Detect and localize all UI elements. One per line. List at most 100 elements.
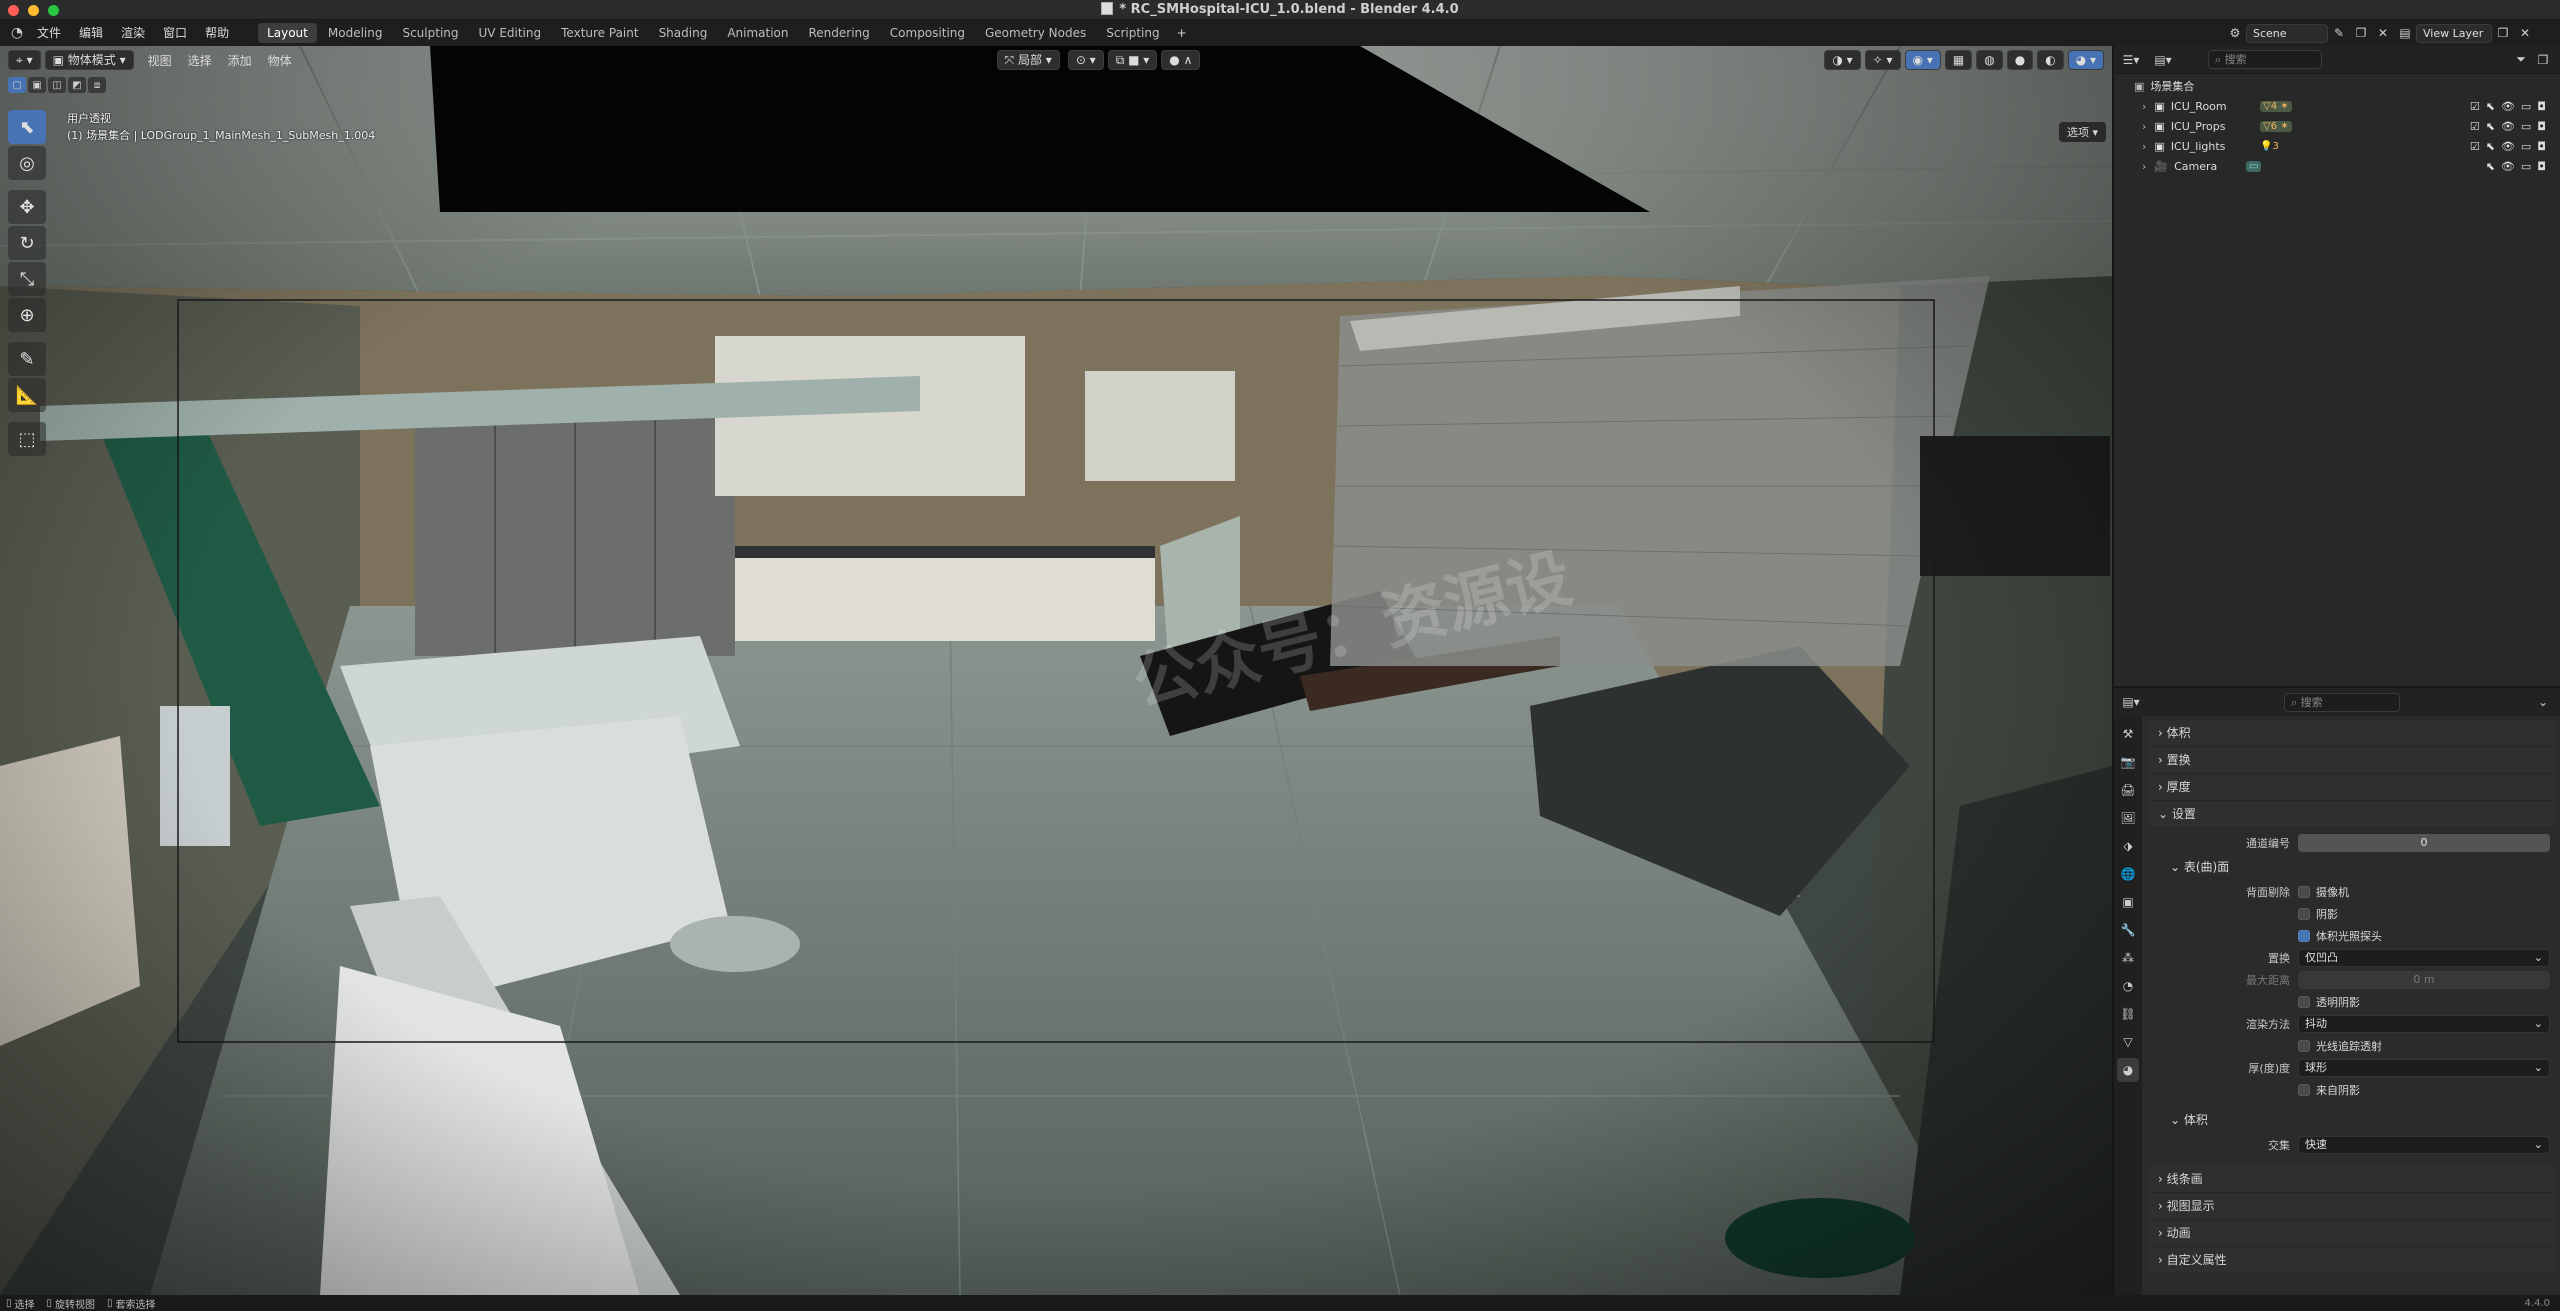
panel-displacement[interactable]: › 置换 <box>2148 747 2556 774</box>
3d-viewport[interactable]: 公众号：资源设 ⌖ ▾ ▣ 物体模式 ▾ 视图 选择 添加 物体 ⤧ 局部 ▾ … <box>0 46 2112 1295</box>
tab-shading[interactable]: Shading <box>650 23 717 43</box>
pin-icon[interactable]: ✎ <box>2328 23 2350 43</box>
close-window-button[interactable] <box>8 5 19 16</box>
intersection-select[interactable]: 快速 ⌄ <box>2298 1136 2550 1154</box>
display-mode-icon[interactable]: ▤▾ <box>2152 50 2174 70</box>
view-layer-icon[interactable]: ▤ <box>2394 23 2416 43</box>
move-tool-icon[interactable]: ✥ <box>8 190 46 224</box>
minimize-window-button[interactable] <box>28 5 39 16</box>
object-tab-icon[interactable]: ▣ <box>2117 890 2139 914</box>
select-new-icon[interactable]: ▢ <box>8 77 26 93</box>
outliner-item-icu-lights[interactable]: › ▣ ICU_lights 💡3 ☑⬉👁▭◘ <box>2114 136 2560 156</box>
filter-icon[interactable]: ⏷ <box>2510 50 2532 70</box>
scale-tool-icon[interactable]: ⤡ <box>8 262 46 296</box>
new-view-layer-icon[interactable]: ❐ <box>2492 23 2514 43</box>
light-probe-volume-checkbox[interactable] <box>2298 930 2310 942</box>
view-layer-field[interactable]: View Layer <box>2416 23 2492 43</box>
transform-tool-icon[interactable]: ⊕ <box>8 298 46 332</box>
zoom-window-button[interactable] <box>48 5 59 16</box>
expand-arrow-icon[interactable]: › <box>2142 100 2146 113</box>
tab-rendering[interactable]: Rendering <box>800 23 879 43</box>
delete-view-layer-icon[interactable]: ✕ <box>2514 23 2536 43</box>
blender-logo-icon[interactable]: ◔ <box>6 23 28 43</box>
shading-wireframe[interactable]: ◍ <box>1976 50 2003 70</box>
scene-tab-icon[interactable]: ⬗ <box>2117 834 2139 858</box>
mode-dropdown[interactable]: ▣ 物体模式 ▾ <box>44 50 134 70</box>
panel-animation[interactable]: › 动画 <box>2148 1220 2556 1247</box>
shading-rendered[interactable]: ◕ ▾ <box>2067 50 2104 70</box>
tab-scripting[interactable]: Scripting <box>1097 23 1168 43</box>
proportional-edit-toggle[interactable]: ● ∧ <box>1161 50 1201 70</box>
backface-shadow-checkbox[interactable] <box>2298 908 2310 920</box>
menu-window[interactable]: 窗口 <box>154 20 196 46</box>
editor-type-button[interactable]: ⌖ ▾ <box>8 50 41 70</box>
max-distance-field[interactable]: 0 m <box>2298 971 2550 989</box>
properties-editor-type-icon[interactable]: ▤▾ <box>2120 692 2142 712</box>
tab-geometry-nodes[interactable]: Geometry Nodes <box>976 23 1095 43</box>
data-tab-icon[interactable]: ▽ <box>2117 1030 2139 1054</box>
expand-arrow-icon[interactable]: › <box>2142 160 2146 173</box>
viewport-menu-select[interactable]: 选择 <box>180 52 220 69</box>
shading-solid[interactable]: ● <box>2006 50 2034 70</box>
visibility-dropdown[interactable]: ◑ ▾ <box>1824 50 1861 70</box>
transform-orientation-dropdown[interactable]: ⤧ 局部 ▾ <box>996 50 1060 70</box>
tab-modeling[interactable]: Modeling <box>319 23 392 43</box>
panel-viewport-display[interactable]: › 视图显示 <box>2148 1193 2556 1220</box>
thickness-mode-select[interactable]: 球形 ⌄ <box>2298 1059 2550 1077</box>
pass-index-field[interactable]: 0 <box>2298 834 2550 852</box>
tab-uv-editing[interactable]: UV Editing <box>470 23 551 43</box>
panel-settings[interactable]: ⌄ 设置 <box>2148 801 2556 828</box>
shading-material[interactable]: ◐ <box>2037 50 2064 70</box>
particles-tab-icon[interactable]: ⁂ <box>2117 946 2139 970</box>
snap-toggle[interactable]: ⧉ ■ ▾ <box>1107 50 1158 70</box>
row-toggles[interactable]: ☑⬉👁▭◘ <box>2470 120 2552 133</box>
viewport-menu-object[interactable]: 物体 <box>260 52 300 69</box>
viewport-menu-add[interactable]: 添加 <box>220 52 260 69</box>
tab-sculpting[interactable]: Sculpting <box>393 23 467 43</box>
constraints-tab-icon[interactable]: ⛓ <box>2117 1002 2139 1026</box>
tab-layout[interactable]: Layout <box>258 23 317 43</box>
row-toggles[interactable]: ☑⬉👁▭◘ <box>2470 140 2552 153</box>
expand-arrow-icon[interactable]: › <box>2142 140 2146 153</box>
pivot-dropdown[interactable]: ⊙ ▾ <box>1067 50 1104 70</box>
rotate-tool-icon[interactable]: ↻ <box>8 226 46 260</box>
displacement-method-select[interactable]: 仅凹凸 ⌄ <box>2298 949 2550 967</box>
xray-toggle[interactable]: ▦ <box>1944 50 1973 70</box>
options-dropdown[interactable]: 选项 ▾ <box>2058 122 2106 142</box>
outliner-item-camera[interactable]: › 🎥 Camera ▭ ⬉👁▭◘ <box>2114 156 2560 176</box>
cursor-tool-icon[interactable]: ◎ <box>8 146 46 180</box>
menu-help[interactable]: 帮助 <box>196 20 238 46</box>
properties-search-input[interactable]: ⌕ 搜索 <box>2284 692 2400 712</box>
panel-custom-properties[interactable]: › 自定义属性 <box>2148 1247 2556 1274</box>
new-scene-icon[interactable]: ❐ <box>2350 23 2372 43</box>
transparent-shadows-checkbox[interactable] <box>2298 996 2310 1008</box>
measure-tool-icon[interactable]: 📐 <box>8 378 46 412</box>
render-method-select[interactable]: 抖动 ⌄ <box>2298 1015 2550 1033</box>
tool-tab-icon[interactable]: ⚒ <box>2117 722 2139 746</box>
render-tab-icon[interactable]: 📷 <box>2117 750 2139 774</box>
select-intersect-icon[interactable]: ⧈ <box>88 77 106 93</box>
add-cube-tool-icon[interactable]: ⬚ <box>8 422 46 456</box>
outliner-editor-type-icon[interactable]: ☰▾ <box>2120 50 2142 70</box>
gizmo-dropdown[interactable]: ✧ ▾ <box>1864 50 1901 70</box>
add-workspace-icon[interactable]: + <box>1171 23 1193 43</box>
physics-tab-icon[interactable]: ◔ <box>2117 974 2139 998</box>
outliner-item-icu-room[interactable]: › ▣ ICU_Room ▽4 ✶ ☑⬉👁▭◘ <box>2114 96 2560 116</box>
scene-field[interactable]: Scene <box>2246 23 2328 43</box>
select-subtract-icon[interactable]: ◫ <box>48 77 66 93</box>
outliner-item-icu-props[interactable]: › ▣ ICU_Props ▽6 ✶ ☑⬉👁▭◘ <box>2114 116 2560 136</box>
properties-options-icon[interactable]: ⌄ <box>2532 692 2554 712</box>
world-tab-icon[interactable]: 🌐 <box>2117 862 2139 886</box>
output-tab-icon[interactable]: 🖨 <box>2117 778 2139 802</box>
overlays-toggle[interactable]: ◉ ▾ <box>1904 50 1941 70</box>
material-tab-icon[interactable]: ◕ <box>2117 1058 2139 1082</box>
from-shadow-checkbox[interactable] <box>2298 1084 2310 1096</box>
scene-icon[interactable]: ⚙ <box>2224 23 2246 43</box>
row-toggles[interactable]: ⬉👁▭◘ <box>2486 160 2552 173</box>
outliner-search-input[interactable]: ⌕ 搜索 <box>2208 50 2322 69</box>
subpanel-surface[interactable]: ⌄ 表(曲)面 <box>2148 854 2556 881</box>
row-toggles[interactable]: ☑⬉👁▭◘ <box>2470 100 2552 113</box>
panel-volume[interactable]: › 体积 <box>2148 720 2556 747</box>
select-invert-icon[interactable]: ◩ <box>68 77 86 93</box>
menu-edit[interactable]: 编辑 <box>70 20 112 46</box>
